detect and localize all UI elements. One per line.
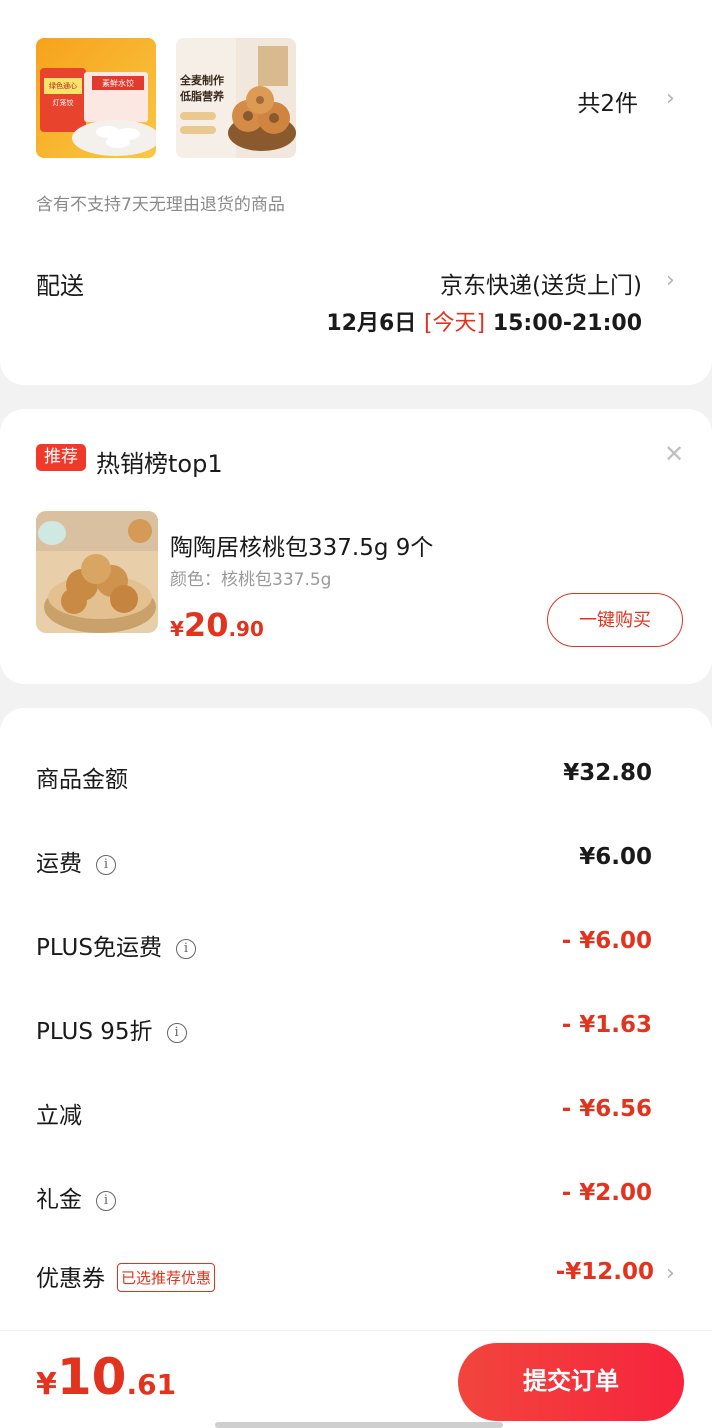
total-currency: ¥	[36, 1367, 57, 1402]
shipping-label: 配送	[36, 272, 84, 300]
recommend-product-image[interactable]	[36, 511, 158, 633]
goods-amount-label: 商品金额	[36, 767, 128, 793]
order-summary-card: 绿色通心 灯笼饺 素鲜水饺 全麦制作 低脂营养 共2件 › 含有不支持7天无理由…	[0, 0, 712, 385]
product1-text-3: 素鲜水饺	[102, 78, 134, 88]
product2-text-2: 低脂营养	[179, 89, 225, 103]
info-icon[interactable]: i	[166, 1023, 187, 1043]
shipping-fee-value: ¥6.00	[579, 844, 652, 870]
product-thumbnail-bagels[interactable]: 全麦制作 低脂营养	[176, 38, 296, 158]
recommend-price-int: 20	[183, 606, 229, 644]
price-row-label: 运费 i	[36, 844, 116, 878]
product1-text-1: 绿色通心	[49, 81, 77, 90]
close-icon[interactable]: ✕	[664, 440, 684, 468]
coupon-value[interactable]: -¥12.00	[556, 1259, 654, 1285]
chevron-right-icon[interactable]: ›	[666, 1261, 675, 1286]
total-dec: .61	[126, 1368, 177, 1401]
home-indicator[interactable]	[215, 1422, 503, 1428]
return-notice: 含有不支持7天无理由退货的商品	[36, 195, 285, 215]
price-row-label: 礼金 i	[36, 1180, 116, 1214]
price-row-label: PLUS 95折 i	[36, 1012, 187, 1046]
coupon-label: 优惠券	[36, 1266, 105, 1292]
price-row-label: 商品金额	[36, 760, 128, 794]
shipping-window: 15:00-21:00	[492, 311, 642, 336]
plus-discount-label: PLUS 95折	[36, 1019, 153, 1045]
plus-free-shipping-value: - ¥6.00	[561, 928, 652, 954]
chevron-right-icon[interactable]: ›	[666, 268, 675, 293]
price-row-label: 立减	[36, 1096, 82, 1130]
one-click-buy-button[interactable]: 一键购买	[547, 593, 683, 647]
gift-cash-value: - ¥2.00	[561, 1180, 652, 1206]
recommend-product-spec: 颜色：核桃包337.5g	[170, 570, 332, 590]
shipping-time: 12月6日 [今天] 15:00-21:00	[326, 305, 642, 337]
product2-text-1: 全麦制作	[179, 73, 224, 87]
price-details-card	[0, 708, 712, 1428]
gift-cash-label: 礼金	[36, 1187, 82, 1213]
recommend-price-currency: ¥	[170, 617, 184, 641]
plus-discount-value: - ¥1.63	[561, 1012, 652, 1038]
recommend-title: 热销榜top1	[96, 450, 223, 478]
submit-order-button[interactable]: 提交订单	[458, 1343, 684, 1421]
recommend-price-dec: .90	[228, 617, 264, 641]
chevron-right-icon[interactable]: ›	[666, 86, 675, 111]
recommend-product-name[interactable]: 陶陶居核桃包337.5g 9个	[170, 528, 433, 562]
shipping-fee-label: 运费	[36, 851, 82, 877]
info-icon[interactable]: i	[175, 939, 196, 959]
shipping-method[interactable]: 京东快递(送货上门)	[440, 266, 642, 300]
instant-discount-value: - ¥6.56	[561, 1096, 652, 1122]
total-int: 10	[56, 1348, 127, 1406]
price-row-label[interactable]: 优惠券 已选推荐优惠	[36, 1259, 216, 1293]
shipping-today: [今天]	[423, 311, 486, 336]
info-icon[interactable]: i	[96, 1191, 116, 1211]
total-price: ¥10.61	[36, 1348, 176, 1406]
goods-amount-value: ¥32.80	[563, 760, 652, 786]
coupon-selected-tag: 已选推荐优惠	[117, 1263, 216, 1292]
instant-discount-label: 立减	[36, 1103, 82, 1129]
item-count[interactable]: 共2件	[577, 84, 638, 118]
recommend-badge: 推荐	[36, 444, 86, 471]
price-row-label: PLUS免运费 i	[36, 928, 196, 962]
product-thumbnail-dumplings[interactable]: 绿色通心 灯笼饺 素鲜水饺	[36, 38, 156, 158]
plus-free-shipping-label: PLUS免运费	[36, 935, 162, 961]
recommend-price: ¥20.90	[170, 606, 264, 644]
product1-text-2: 灯笼饺	[53, 98, 74, 107]
shipping-date: 12月6日	[326, 311, 417, 336]
info-icon[interactable]: i	[96, 855, 116, 875]
